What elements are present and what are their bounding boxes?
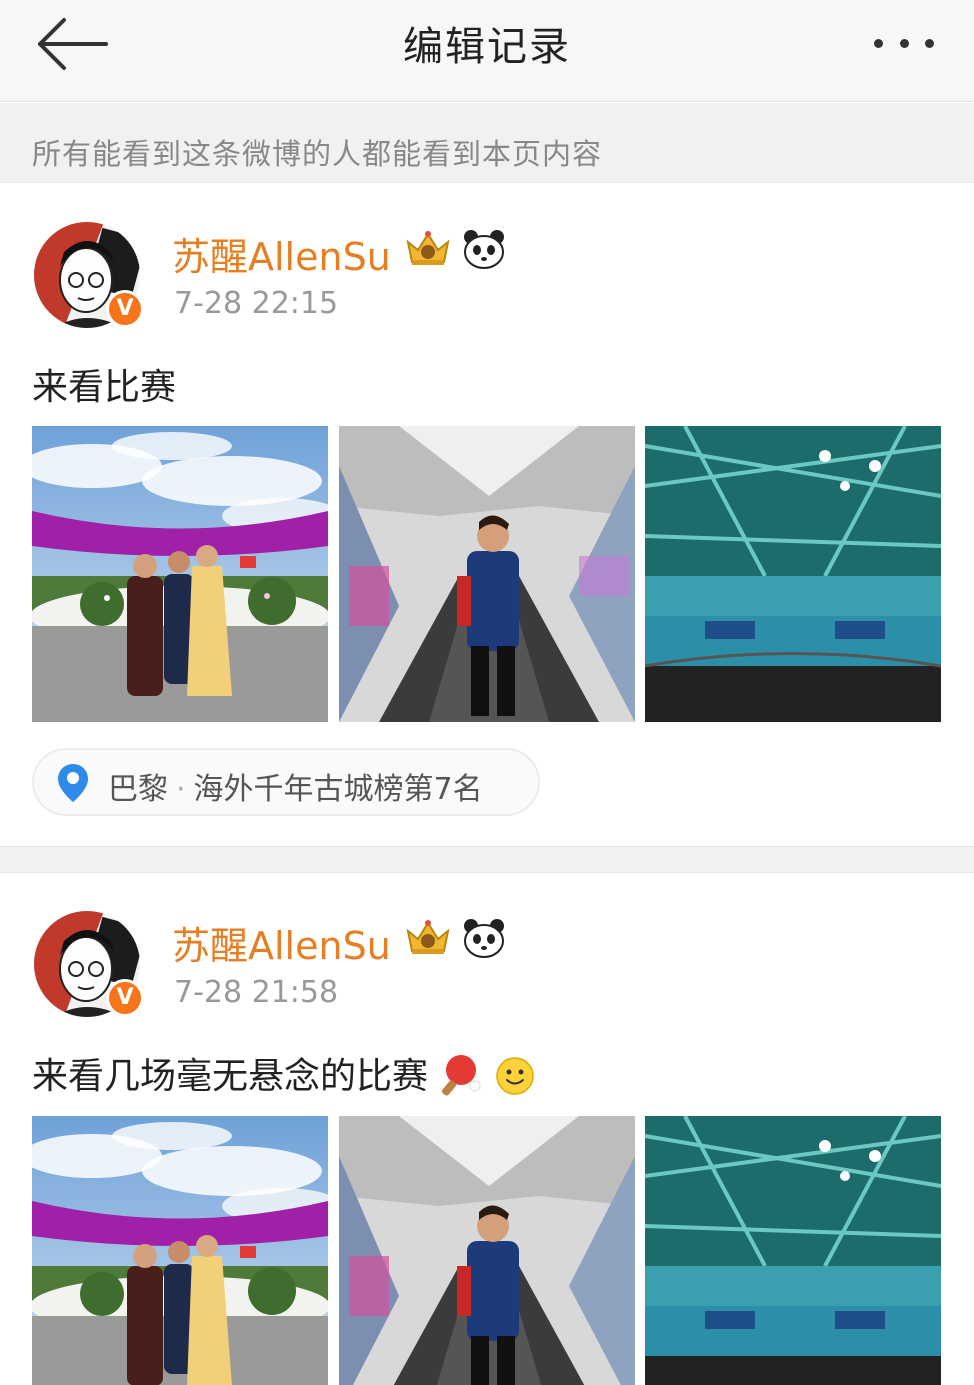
photo-grid: [32, 426, 942, 722]
page-title: 编辑记录: [403, 24, 571, 70]
photo-thumbnail[interactable]: [32, 1116, 328, 1385]
post-timestamp: 7-28 22:15: [174, 286, 339, 321]
photo-thumbnail[interactable]: [32, 426, 328, 722]
location-place: 巴黎: [108, 772, 168, 807]
post-text: 来看比赛: [32, 367, 177, 408]
location-pin-icon: [58, 764, 88, 802]
photo-thumbnail[interactable]: [645, 426, 941, 722]
ping-pong-icon: [442, 1055, 481, 1096]
verified-badge: V: [106, 290, 144, 328]
post-text: 来看几场毫无悬念的比赛: [32, 1056, 429, 1097]
smile-icon: [496, 1057, 534, 1095]
photo-thumbnail[interactable]: [339, 1116, 635, 1385]
avatar[interactable]: V: [34, 911, 144, 1017]
photo-thumbnail[interactable]: [339, 426, 635, 722]
more-button[interactable]: [864, 26, 944, 60]
post-card: V 苏醒AllenSu 7-28 22:15 来看比赛 巴黎 · 海外千年古城榜…: [0, 184, 974, 846]
post-separator: [0, 846, 974, 873]
photo-thumbnail[interactable]: [645, 1116, 941, 1385]
photo-grid: [32, 1116, 942, 1385]
location-tag[interactable]: 巴黎 · 海外千年古城榜第7名: [32, 748, 540, 816]
panda-icon: [464, 230, 504, 269]
more-dots-icon: [874, 38, 883, 48]
notice-text: 所有能看到这条微博的人都能看到本页内容: [32, 137, 603, 171]
location-ranking: 海外千年古城榜第7名: [193, 772, 483, 807]
avatar[interactable]: V: [34, 222, 144, 328]
location-separator: ·: [176, 772, 186, 807]
panda-icon: [464, 919, 504, 958]
crown-icon: [406, 920, 450, 954]
post-text-container: 来看几场毫无悬念的比赛: [32, 1047, 535, 1099]
username[interactable]: 苏醒AllenSu: [172, 226, 391, 281]
username[interactable]: 苏醒AllenSu: [172, 915, 391, 970]
post-card: V 苏醒AllenSu 7-28 21:58 来看几场毫无悬念的比赛: [0, 873, 974, 1385]
visibility-notice: 所有能看到这条微博的人都能看到本页内容: [0, 103, 974, 183]
verified-badge: V: [106, 979, 144, 1017]
post-timestamp: 7-28 21:58: [174, 975, 339, 1010]
top-bar: 编辑记录: [0, 0, 974, 102]
crown-icon: [406, 231, 450, 265]
